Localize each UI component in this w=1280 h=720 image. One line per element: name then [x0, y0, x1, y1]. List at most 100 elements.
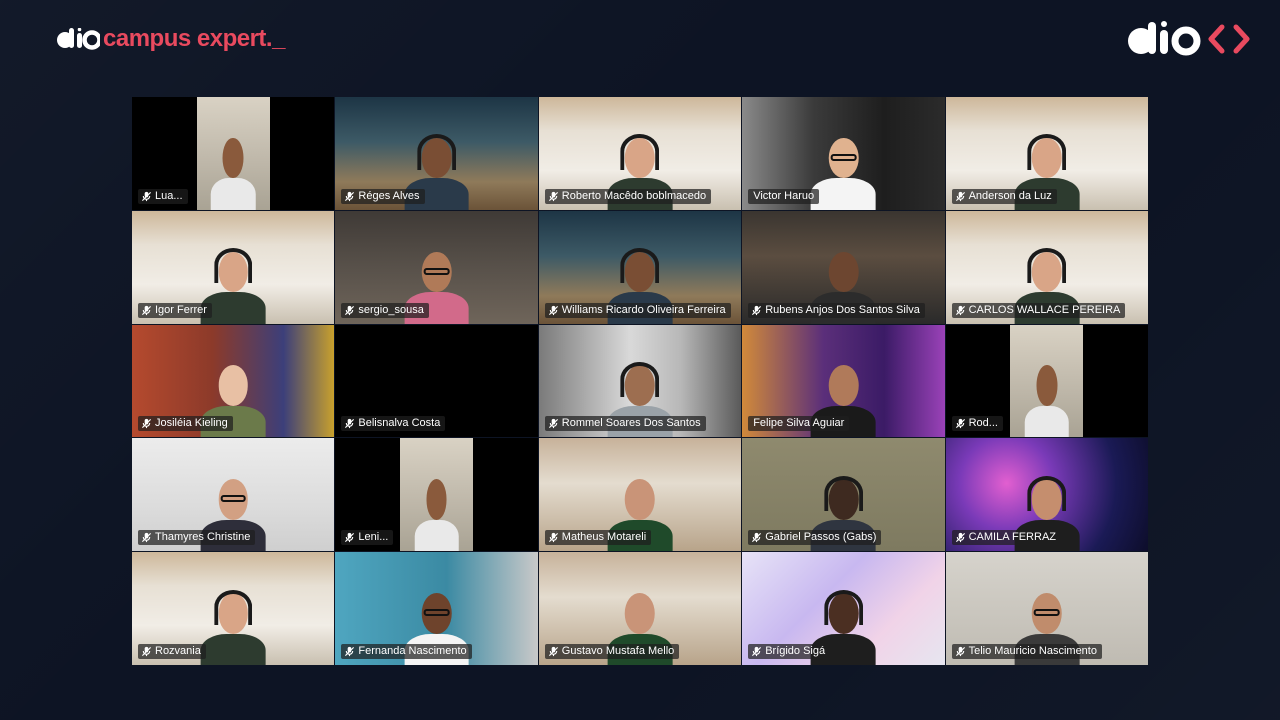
participant-tile[interactable]: CARLOS WALLACE PEREIRA — [945, 210, 1148, 324]
mic-muted-icon — [955, 646, 966, 657]
participant-tile[interactable]: Telio Mauricio Nascimento — [945, 552, 1148, 665]
participant-name: Anderson da Luz — [968, 189, 1052, 202]
participant-name-tag: Rubens Anjos Dos Santos Silva — [748, 302, 925, 318]
mic-muted-icon — [141, 305, 152, 316]
mic-muted-icon — [344, 191, 355, 202]
participant-name: Leni... — [358, 531, 389, 544]
participant-name: Brígido Sigá — [765, 645, 826, 657]
video-grid: Lua... Réges Alves Roberto Macêdo boblmace… — [132, 97, 1148, 665]
participant-tile[interactable]: Rommel Soares Dos Santos — [538, 324, 742, 438]
mic-muted-icon — [141, 646, 152, 657]
participant-name: Fernanda Nascimento — [358, 645, 467, 657]
participant-tile[interactable]: Gabriel Passos (Gabs) — [742, 438, 945, 552]
participant-silhouette — [414, 472, 459, 552]
participant-name: Rommel Soares Dos Santos — [561, 417, 701, 430]
participant-tile[interactable]: Williams Ricardo Oliveira Ferreira — [538, 210, 742, 324]
letterbox-bar — [1083, 324, 1148, 438]
dio-logo-icon — [57, 28, 100, 50]
participant-name: CARLOS WALLACE PEREIRA — [968, 303, 1121, 316]
participant-name-tag: CAMILA FERRAZ — [951, 530, 1061, 546]
participant-tile[interactable]: Thamyres Christine — [132, 438, 335, 552]
participant-name-tag: Brígido Sigá — [748, 644, 831, 659]
dio-logo-icon — [1128, 21, 1201, 56]
mic-muted-icon — [751, 532, 762, 543]
mic-muted-icon — [751, 646, 762, 657]
participant-tile[interactable]: Anderson da Luz — [945, 97, 1148, 210]
participant-tile[interactable]: Igor Ferrer — [132, 210, 335, 324]
participant-name-tag: Rommel Soares Dos Santos — [544, 416, 706, 432]
participant-name: Rod... — [968, 417, 998, 430]
mic-muted-icon — [548, 305, 559, 316]
participant-name-tag: Rozvania — [138, 644, 206, 659]
mic-muted-icon — [344, 305, 355, 316]
participant-name: Felipe Silva Aguiar — [753, 417, 845, 430]
participant-name-tag: Gabriel Passos (Gabs) — [748, 530, 882, 546]
participant-name: Victor Haruo — [753, 189, 815, 202]
mic-muted-icon — [141, 532, 152, 543]
participant-name: Roberto Macêdo boblmacedo — [561, 189, 707, 202]
participant-name-tag: Thamyres Christine — [138, 530, 256, 546]
participant-tile[interactable]: Fernanda Nascimento — [335, 552, 538, 665]
participant-name-tag: Felipe Silva Aguiar — [748, 416, 850, 432]
mic-muted-icon — [548, 532, 559, 543]
campus-expert-logo: campus expert._ — [56, 24, 285, 54]
participant-silhouette — [811, 131, 876, 210]
participant-name: Igor Ferrer — [155, 303, 207, 316]
mic-muted-icon — [141, 418, 152, 429]
participant-tile[interactable]: Belisnalva Costa — [335, 324, 538, 438]
participant-name-tag: Roberto Macêdo boblmacedo — [544, 188, 712, 204]
participant-tile[interactable]: Felipe Silva Aguiar — [742, 324, 945, 438]
participant-name: Telio Mauricio Nascimento — [968, 645, 1097, 657]
participant-name: Rubens Anjos Dos Santos Silva — [765, 303, 920, 316]
mic-muted-icon — [548, 646, 559, 657]
brand-text: campus expert._ — [103, 25, 285, 52]
participant-silhouette — [210, 131, 256, 210]
participant-name-tag: Telio Mauricio Nascimento — [951, 644, 1102, 659]
participant-tile[interactable]: Matheus Motareli — [538, 438, 742, 552]
participant-name-tag: Fernanda Nascimento — [341, 644, 472, 659]
participant-tile[interactable]: Josiléia Kieling — [132, 324, 335, 438]
participant-name-tag: Anderson da Luz — [951, 188, 1057, 204]
participant-name-tag: Matheus Motareli — [544, 530, 652, 546]
participant-tile[interactable]: sergio_sousa — [335, 210, 538, 324]
code-brackets-icon — [1208, 24, 1250, 54]
participant-tile[interactable]: Rubens Anjos Dos Santos Silva — [742, 210, 945, 324]
participant-name: Lua... — [155, 189, 183, 202]
participant-tile[interactable]: Réges Alves — [335, 97, 538, 210]
mic-muted-icon — [955, 532, 966, 543]
letterbox-bar — [473, 438, 538, 552]
participant-name-tag: Lua... — [138, 188, 188, 204]
participant-name: Thamyres Christine — [155, 531, 251, 544]
mic-muted-icon — [141, 191, 152, 202]
participant-name-tag: Gustavo Mustafa Mello — [544, 644, 680, 659]
participant-name-tag: Victor Haruo — [748, 188, 820, 204]
letterbox-bar — [269, 97, 335, 210]
participant-name-tag: Rod... — [951, 416, 1003, 432]
dio-logo — [1126, 20, 1252, 58]
participant-name-tag: Williams Ricardo Oliveira Ferreira — [544, 302, 731, 318]
participant-name-tag: Belisnalva Costa — [341, 416, 446, 432]
participant-name: CAMILA FERRAZ — [968, 531, 1056, 544]
participant-name: Matheus Motareli — [561, 531, 647, 544]
participant-tile[interactable]: Rozvania — [132, 552, 335, 665]
participant-tile[interactable]: Leni... — [335, 438, 538, 552]
participant-name: Belisnalva Costa — [358, 417, 441, 430]
participant-tile[interactable]: Roberto Macêdo boblmacedo — [538, 97, 742, 210]
mic-muted-icon — [344, 646, 355, 657]
mic-muted-icon — [344, 532, 355, 543]
mic-muted-icon — [955, 418, 966, 429]
participant-tile[interactable]: Gustavo Mustafa Mello — [538, 552, 742, 665]
mic-muted-icon — [548, 418, 559, 429]
participant-name: Rozvania — [155, 645, 201, 657]
participant-name-tag: Leni... — [341, 530, 394, 546]
mic-muted-icon — [344, 418, 355, 429]
participant-name-tag: Igor Ferrer — [138, 302, 212, 318]
participant-tile[interactable]: Lua... — [132, 97, 335, 210]
participant-tile[interactable]: Rod... — [945, 324, 1148, 438]
participant-tile[interactable]: Victor Haruo — [742, 97, 945, 210]
participant-name: Gabriel Passos (Gabs) — [765, 531, 877, 544]
participant-tile[interactable]: CAMILA FERRAZ — [945, 438, 1148, 552]
participant-name-tag: Réges Alves — [341, 188, 425, 204]
participant-tile[interactable]: Brígido Sigá — [742, 552, 945, 665]
participant-silhouette — [200, 586, 266, 665]
